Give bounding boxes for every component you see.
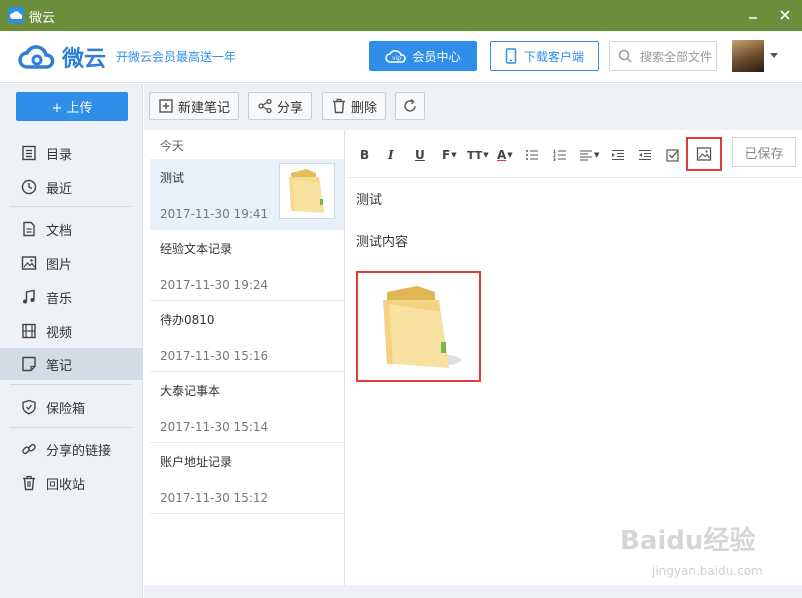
font-family-button[interactable]: F ▼ [442,146,457,164]
sidebar-item-recycle-bin[interactable]: 回收站 [0,467,143,499]
sidebar-item-video[interactable]: 视频 [0,315,143,347]
note-date: 2017-11-30 19:24 [160,278,269,292]
app-logo-icon [8,7,24,23]
delete-button[interactable]: 删除 [322,92,387,120]
sidebar-item-notes[interactable]: 笔记 [0,348,143,380]
refresh-button[interactable] [395,92,425,120]
app-logo: 微云 [18,41,106,73]
download-client-button[interactable]: 下载客户端 [490,41,599,71]
note-item[interactable]: 测试 2017-11-30 19:41 [150,159,344,230]
trash-icon [20,474,38,492]
note-date: 2017-11-30 15:14 [160,420,269,434]
notes-toolbar: 新建笔记 分享 删除 [144,84,802,130]
search-placeholder: 搜索全部文件 [640,49,713,64]
image-icon [696,147,712,161]
list-icon [20,144,38,162]
sidebar-item-directory[interactable]: 目录 [0,137,143,169]
note-item[interactable]: 经验文本记录 2017-11-30 19:24 [150,230,344,301]
clock-icon [20,178,38,196]
shield-icon [20,398,38,416]
underline-button[interactable]: U [415,146,425,164]
sidebar-item-documents[interactable]: 文档 [0,213,143,245]
saved-status-button[interactable]: 已保存 [732,137,796,167]
note-title: 大泰记事本 [160,384,221,398]
note-thumbnail [279,163,335,219]
logo-text: 微云 [62,47,107,72]
font-size-button[interactable]: TT ▼ [467,146,489,164]
sidebar-divider [10,427,132,428]
bold-button[interactable]: B [360,146,369,164]
document-icon [20,220,38,238]
svg-text:vip: vip [392,55,401,62]
avatar[interactable] [732,40,764,72]
share-icon [257,98,273,114]
folder-icon [382,285,461,368]
sidebar-item-music[interactable]: 音乐 [0,281,143,313]
vip-promo-link[interactable]: 开微云会员最高送一年 [116,48,236,65]
note-title: 测试 [160,171,185,185]
trash-icon [331,98,347,114]
italic-button[interactable]: I [388,146,394,164]
numbered-list-icon[interactable]: 123 [553,146,567,164]
checkbox-icon[interactable] [666,146,680,164]
window-title: 微云 [29,11,56,26]
indent-icon[interactable] [611,146,625,164]
refresh-icon [402,98,418,114]
outdent-icon[interactable] [638,146,652,164]
watermark: Baidu经验 jingyan.baidu.com [612,520,763,580]
inserted-image[interactable] [356,271,481,382]
editor-title-line[interactable]: 测试 [356,189,382,208]
sidebar-divider [10,384,132,385]
music-icon [20,288,38,306]
search-icon [618,49,632,63]
note-title: 经验文本记录 [160,242,233,256]
phone-icon [505,48,517,64]
svg-text:3: 3 [553,157,556,161]
note-item[interactable]: 账户地址记录 2017-11-30 15:12 [150,443,344,514]
app-header: 微云 开微云会员最高送一年 vip 会员中心 下载客户端 搜索全部文件 [0,31,802,83]
format-toolbar: B I U F ▼ TT ▼ A ▼ 123 ▼ 已保存 [346,130,802,178]
title-bar: 微云 [0,0,802,31]
sidebar-item-images[interactable]: 图片 [0,247,143,279]
vip-cloud-icon: vip [385,50,407,63]
close-button[interactable] [773,3,797,27]
bullet-list-icon[interactable] [525,146,539,164]
group-label-today: 今天 [160,139,185,153]
note-editor: B I U F ▼ TT ▼ A ▼ 123 ▼ 已保存 测试 测试内容 [346,130,802,585]
chevron-down-icon[interactable] [770,53,778,58]
watermark-logo: Baidu经验 [620,526,756,556]
editor-content-line[interactable]: 测试内容 [356,231,408,250]
note-date: 2017-11-30 15:16 [160,349,269,363]
share-button[interactable]: 分享 [248,92,313,120]
upload-button[interactable]: + 上传 [16,92,128,121]
cloud-logo-icon [18,45,55,69]
folder-icon [289,169,324,213]
watermark-url: jingyan.baidu.com [652,564,763,578]
status-bar [144,585,802,598]
sidebar-item-shared-links[interactable]: 分享的链接 [0,433,143,465]
link-icon [20,440,38,458]
note-title: 账户地址记录 [160,455,233,469]
sidebar-divider [10,206,132,207]
note-date: 2017-11-30 15:12 [160,491,269,505]
note-item[interactable]: 待办0810 2017-11-30 15:16 [150,301,344,372]
vip-center-button[interactable]: vip 会员中心 [369,41,477,71]
sidebar-item-recent[interactable]: 最近 [0,171,143,203]
sidebar-item-vault[interactable]: 保险箱 [0,391,143,423]
sidebar: + 上传 目录 最近 文档 图片 音乐 视频 笔记 保险箱 分享的链接 回收站 [0,84,143,598]
note-list: 今天 测试 2017-11-30 19:41 经验文本记录 2017-11-30… [150,130,345,585]
image-icon [20,254,38,272]
font-color-button[interactable]: A ▼ [497,146,513,164]
note-icon [20,355,38,373]
minimize-button[interactable] [741,3,765,27]
video-icon [20,322,38,340]
insert-image-button[interactable] [686,137,722,171]
note-item[interactable]: 大泰记事本 2017-11-30 15:14 [150,372,344,443]
note-title: 待办0810 [160,313,215,327]
search-input[interactable]: 搜索全部文件 [609,41,717,71]
note-date: 2017-11-30 19:41 [160,207,269,221]
align-icon[interactable]: ▼ [579,146,599,164]
new-note-button[interactable]: 新建笔记 [149,92,240,120]
new-note-icon [158,98,174,114]
